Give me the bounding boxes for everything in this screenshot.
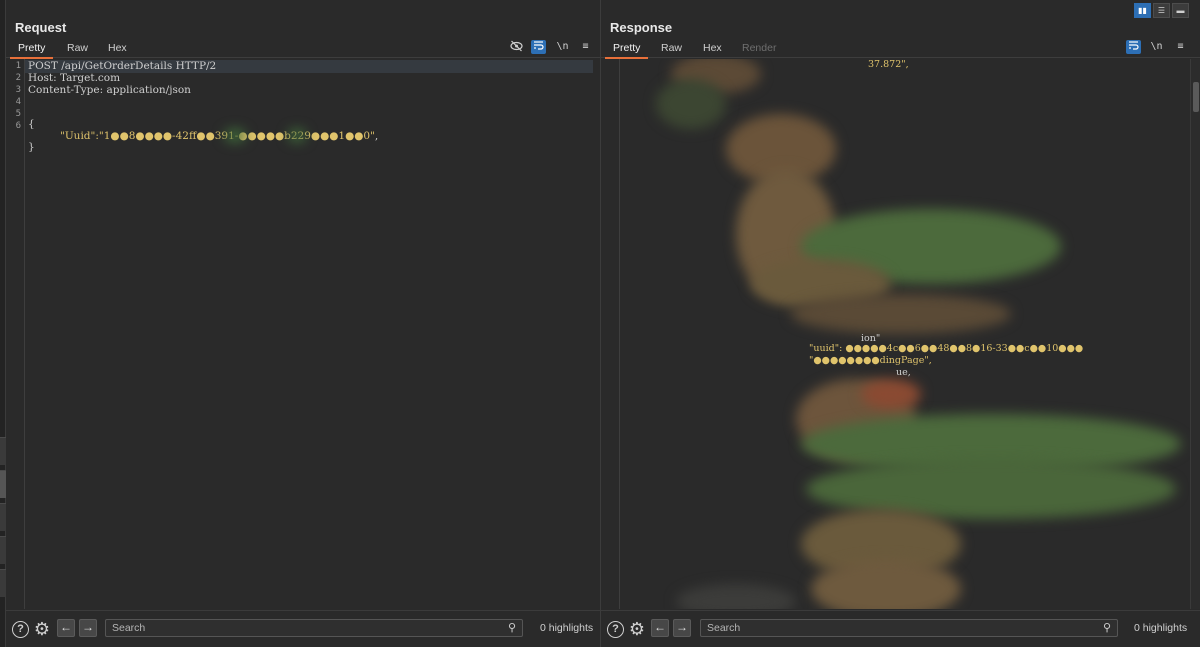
response-pane: ▮▮ ☰ ▬ Response Pretty Raw Hex Render \n…: [601, 0, 1200, 647]
tab-hex[interactable]: Hex: [108, 41, 127, 58]
line-number: 4: [15, 97, 21, 107]
response-fragment: "●●●●●●●●dingPage",: [809, 355, 932, 366]
tab-raw[interactable]: Raw: [67, 41, 88, 58]
response-title: Response: [610, 20, 673, 35]
json-close-brace: }: [28, 141, 35, 153]
previous-match-button[interactable]: ←: [57, 619, 75, 637]
json-key: "uuid":: [809, 343, 843, 354]
json-pair: "Uuid":"1●●8●●●●-42ff●●391-●●●●●b229●●●1…: [60, 130, 378, 142]
response-editor[interactable]: 37.872", ion" "uuid": ●●●●●4c●●6●●48●●8●…: [601, 59, 1190, 609]
help-icon[interactable]: ?: [12, 621, 29, 638]
request-title: Request: [15, 20, 67, 35]
scrollbar-thumb[interactable]: [1193, 82, 1199, 112]
previous-match-button[interactable]: ←: [651, 619, 669, 637]
columns-icon[interactable]: ▮▮: [1134, 3, 1151, 18]
line-number: 6: [15, 121, 21, 131]
tab-hex[interactable]: Hex: [703, 41, 722, 58]
gear-icon[interactable]: ⚙: [627, 619, 647, 639]
redaction-smudge: [288, 129, 306, 142]
search-icon: ⚲: [507, 622, 516, 634]
newline-toggle[interactable]: \n: [1149, 40, 1164, 54]
gear-icon[interactable]: ⚙: [32, 619, 52, 639]
request-line: Content-Type: application/json: [28, 84, 191, 96]
line-number: 2: [15, 73, 21, 83]
json-open-brace: {: [28, 118, 35, 130]
request-footer: ? ⚙ ← → ⚲ 0 highlights: [6, 610, 600, 647]
request-line: POST /api/GetOrderDetails HTTP/2: [28, 60, 217, 72]
newline-toggle[interactable]: \n: [555, 40, 570, 54]
tabs-icon[interactable]: ▬: [1172, 3, 1189, 18]
eye-slash-icon[interactable]: [509, 40, 524, 54]
next-match-button[interactable]: →: [79, 619, 97, 637]
json-comma: ,: [374, 130, 379, 142]
line-number-gutter: 1 2 3 4 5 6: [6, 59, 25, 609]
wrap-icon[interactable]: [1126, 40, 1141, 54]
tab-pretty[interactable]: Pretty: [9, 41, 55, 59]
help-icon[interactable]: ?: [607, 621, 624, 638]
highlights-count: 0 highlights: [540, 622, 594, 634]
line-number-gutter: [601, 59, 620, 609]
redaction-smudge: [676, 584, 796, 609]
redaction-smudge: [861, 379, 921, 409]
json-value: ●●●●●4c●●6●●48●●8●16-33●●c●●10●●●: [845, 343, 1084, 354]
wrap-icon[interactable]: [531, 40, 546, 54]
next-match-button[interactable]: →: [673, 619, 691, 637]
tab-pretty[interactable]: Pretty: [604, 41, 650, 59]
menu-icon[interactable]: ≡: [578, 40, 593, 54]
redaction-smudge: [656, 79, 726, 129]
request-line: Host: Target.com: [28, 72, 121, 84]
search-input[interactable]: [112, 621, 492, 635]
menu-icon[interactable]: ≡: [1173, 40, 1188, 54]
tab-raw[interactable]: Raw: [661, 41, 682, 58]
tab-render: Render: [742, 42, 777, 54]
response-fragment: ue,: [896, 367, 911, 378]
response-scrollbar[interactable]: [1190, 59, 1200, 609]
request-search-box[interactable]: ⚲: [105, 619, 523, 637]
highlights-count: 0 highlights: [1134, 622, 1188, 634]
response-fragment: 37.872",: [868, 59, 909, 70]
layout-toggle: ▮▮ ☰ ▬: [1134, 3, 1189, 18]
search-input[interactable]: [707, 621, 1087, 635]
line-number: 5: [15, 109, 21, 119]
line-number: 1: [15, 61, 21, 71]
rows-icon[interactable]: ☰: [1153, 3, 1170, 18]
request-pane: Request Pretty Raw Hex \n ≡ 1 2 3 4 5 6 …: [6, 0, 600, 647]
response-tabs: Pretty Raw Hex Render: [601, 41, 1200, 59]
json-key: "Uuid":: [60, 130, 99, 142]
redaction-smudge: [791, 294, 1011, 334]
redaction-smudge: [224, 129, 246, 142]
response-search-box[interactable]: ⚲: [700, 619, 1118, 637]
response-fragment: "uuid": ●●●●●4c●●6●●48●●8●16-33●●c●●10●●…: [809, 343, 1083, 354]
search-icon: ⚲: [1102, 622, 1111, 634]
response-footer: ? ⚙ ← → ⚲ 0 highlights: [601, 610, 1200, 647]
line-number: 3: [15, 85, 21, 95]
request-editor[interactable]: 1 2 3 4 5 6 POST /api/GetOrderDetails HT…: [6, 59, 600, 609]
